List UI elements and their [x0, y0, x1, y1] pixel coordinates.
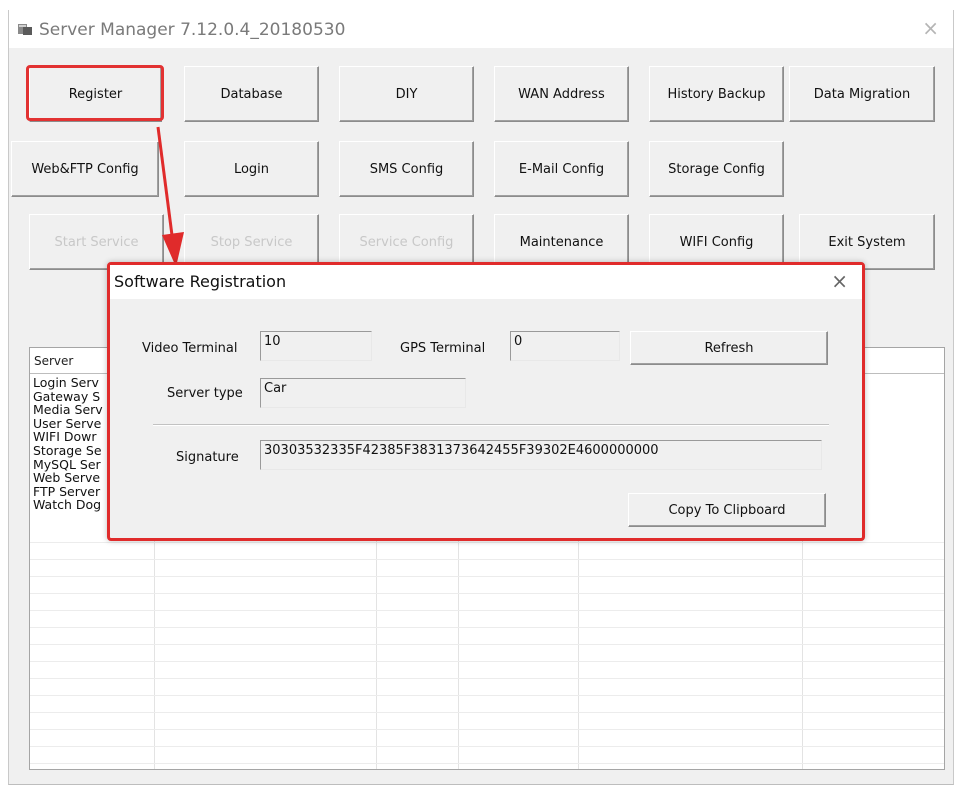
- annotation-arrow: [156, 126, 184, 267]
- title-bar: Server Manager 7.12.0.4_20180530 ×: [9, 10, 953, 48]
- signature-label: Signature: [176, 450, 239, 465]
- data-migration-button[interactable]: Data Migration: [789, 66, 935, 122]
- empty-row-line: [30, 559, 944, 560]
- storage-config-button[interactable]: Storage Config: [649, 141, 784, 197]
- refresh-button[interactable]: Refresh: [630, 331, 828, 365]
- empty-row-line: [30, 746, 944, 747]
- empty-row-line: [30, 763, 944, 764]
- app-icon: [18, 24, 32, 35]
- signature-field[interactable]: 30303532335F42385F3831373642455F39302E46…: [260, 440, 822, 470]
- empty-row-line: [30, 729, 944, 730]
- empty-row-line: [30, 678, 944, 679]
- empty-row-line: [30, 644, 944, 645]
- empty-row-line: [30, 593, 944, 594]
- login-button[interactable]: Login: [184, 141, 319, 197]
- empty-row-line: [30, 627, 944, 628]
- register-highlight-box: [26, 65, 164, 121]
- gps-terminal-field[interactable]: 0: [510, 331, 620, 361]
- window-title: Server Manager 7.12.0.4_20180530: [39, 20, 346, 40]
- dialog-title-bar: Software Registration ×: [110, 265, 862, 299]
- empty-row-line: [30, 542, 944, 543]
- empty-row-line: [30, 661, 944, 662]
- web-ftp-config-button[interactable]: Web&FTP Config: [11, 141, 159, 197]
- divider: [153, 424, 829, 426]
- empty-row-line: [30, 576, 944, 577]
- sms-config-button[interactable]: SMS Config: [339, 141, 474, 197]
- gps-terminal-label: GPS Terminal: [400, 341, 486, 356]
- database-button[interactable]: Database: [184, 66, 319, 122]
- software-registration-dialog: Software Registration × Video Terminal 1…: [107, 262, 865, 541]
- empty-row-line: [30, 712, 944, 713]
- server-type-label: Server type: [167, 386, 243, 401]
- screenshot: Server Manager 7.12.0.4_20180530 × Regis…: [0, 0, 954, 785]
- close-icon[interactable]: ×: [922, 16, 939, 40]
- email-config-button[interactable]: E-Mail Config: [494, 141, 629, 197]
- video-terminal-label: Video Terminal: [142, 341, 238, 356]
- wan-address-button[interactable]: WAN Address: [494, 66, 629, 122]
- history-backup-button[interactable]: History Backup: [649, 66, 784, 122]
- video-terminal-field[interactable]: 10: [260, 331, 372, 361]
- server-type-field[interactable]: Car: [260, 378, 466, 408]
- diy-button[interactable]: DIY: [339, 66, 474, 122]
- dialog-title: Software Registration: [114, 272, 287, 291]
- copy-to-clipboard-button[interactable]: Copy To Clipboard: [628, 493, 826, 527]
- empty-row-line: [30, 610, 944, 611]
- empty-row-line: [30, 695, 944, 696]
- close-icon[interactable]: ×: [831, 269, 848, 293]
